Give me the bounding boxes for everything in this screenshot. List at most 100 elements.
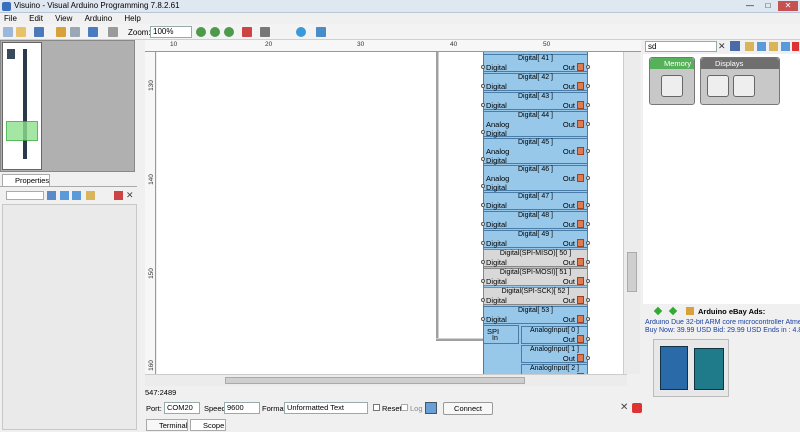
digital-pin-component[interactable]: Digital[ 49 ] Digital Out: [481, 230, 590, 248]
menu-help[interactable]: Help: [124, 13, 140, 24]
menu-edit[interactable]: Edit: [29, 13, 43, 24]
output-pin[interactable]: [586, 241, 590, 245]
ebay-product-image[interactable]: [653, 339, 729, 397]
log-checkbox[interactable]: [401, 404, 408, 411]
input-pin[interactable]: [481, 157, 485, 161]
properties-search[interactable]: [6, 191, 44, 200]
digital-pin-component[interactable]: Digital[ 48 ] Digital Out: [481, 211, 590, 229]
clear-search-icon[interactable]: ✕: [718, 42, 727, 51]
output-pin[interactable]: [586, 337, 590, 341]
tab-scope[interactable]: Scope: [190, 419, 226, 431]
open-icon[interactable]: [16, 27, 26, 37]
tools-icon[interactable]: ✕: [620, 403, 630, 413]
maximize-button[interactable]: □: [760, 1, 776, 11]
palette-search-input[interactable]: sd: [645, 41, 717, 52]
undo-icon[interactable]: [88, 27, 98, 37]
display-tft-icon[interactable]: [707, 75, 729, 97]
properties-grid[interactable]: [2, 204, 137, 430]
digital-pin-component[interactable]: Digital[ 43 ] Digital Out: [481, 92, 590, 110]
input-pin[interactable]: [481, 84, 485, 88]
analog-input-component[interactable]: AnalogInput[ 1 ] Out: [521, 345, 590, 363]
format-select[interactable]: Unformatted Text: [284, 402, 368, 414]
input-pin[interactable]: [481, 260, 485, 264]
connect-button[interactable]: Connect: [443, 402, 493, 415]
delete-icon[interactable]: [242, 27, 252, 37]
input-pin[interactable]: [481, 222, 485, 226]
expand-all-icon[interactable]: [757, 42, 766, 51]
save-icon[interactable]: [34, 27, 44, 37]
output-pin[interactable]: [586, 84, 590, 88]
speed-select[interactable]: 9600: [224, 402, 260, 414]
menu-view[interactable]: View: [55, 13, 72, 24]
digital-pin-component[interactable]: Digital[ 42 ] Digital Out: [481, 73, 590, 91]
input-pin[interactable]: [481, 130, 485, 134]
reset-checkbox[interactable]: [373, 404, 380, 411]
prev-ad-icon[interactable]: [653, 306, 663, 316]
collapse-icon[interactable]: [86, 191, 95, 200]
new-icon[interactable]: [3, 27, 13, 37]
ebay-ad-text[interactable]: Arduino Due 32-bit ARM core microcontrol…: [645, 319, 800, 335]
output-pin[interactable]: [586, 65, 590, 69]
digital-pin-component[interactable]: Digital[ 53 ] Digital Out: [481, 306, 590, 324]
input-pin[interactable]: [481, 241, 485, 245]
output-pin[interactable]: [586, 356, 590, 360]
output-pin[interactable]: [586, 176, 590, 180]
wire[interactable]: [436, 52, 439, 340]
port-select[interactable]: COM20: [164, 402, 200, 414]
redo-icon[interactable]: [108, 27, 118, 37]
memory-sd-icon[interactable]: [661, 75, 683, 97]
analog-input-component[interactable]: AnalogInput[ 0 ] Out: [521, 326, 590, 344]
close-props-icon[interactable]: ✕: [126, 191, 135, 200]
pin-palette-icon[interactable]: [792, 42, 799, 51]
output-pin[interactable]: [586, 222, 590, 226]
zoom-out-icon[interactable]: [210, 27, 220, 37]
layout-icon[interactable]: [56, 27, 66, 37]
menu-file[interactable]: File: [4, 13, 17, 24]
zoom-in-icon[interactable]: [196, 27, 206, 37]
digital-pin-component[interactable]: Digital[ 46 ] Analog Digital Out: [481, 165, 590, 192]
scroll-thumb[interactable]: [627, 252, 637, 292]
search-options-icon[interactable]: [730, 41, 740, 51]
menu-arduino[interactable]: Arduino: [85, 13, 113, 24]
input-pin[interactable]: [481, 298, 485, 302]
input-pin[interactable]: [481, 203, 485, 207]
collapse-all-icon[interactable]: [769, 42, 778, 51]
input-pin[interactable]: [481, 279, 485, 283]
expand-icon[interactable]: [72, 191, 81, 200]
output-pin[interactable]: [586, 260, 590, 264]
wire[interactable]: [436, 338, 486, 341]
digital-pin-component[interactable]: Digital(SPI-MISO)[ 50 ] Digital Out: [481, 249, 590, 267]
overview-viewport[interactable]: [6, 121, 38, 141]
tab-properties[interactable]: Properties: [2, 174, 50, 186]
digital-pin-component[interactable]: Digital(SPI-SCK)[ 52 ] Digital Out: [481, 287, 590, 305]
close-button[interactable]: ✕: [778, 1, 798, 11]
view-icon[interactable]: [70, 27, 80, 37]
log-file-icon[interactable]: [425, 402, 437, 414]
output-pin[interactable]: [586, 298, 590, 302]
zoom-select[interactable]: 100%: [150, 26, 192, 38]
view-mode-icon[interactable]: [781, 42, 790, 51]
digital-pin-component[interactable]: Digital[ 47 ] Digital Out: [481, 192, 590, 210]
scroll-thumb[interactable]: [225, 377, 525, 384]
spi-component[interactable]: SPI In: [483, 325, 519, 344]
input-pin[interactable]: [481, 184, 485, 188]
input-pin[interactable]: [481, 65, 485, 69]
digital-pin-component[interactable]: Digital[ 41 ] Digital Out: [481, 54, 590, 72]
digital-pin-component[interactable]: Digital[ 45 ] Analog Digital Out: [481, 138, 590, 165]
stop-icon[interactable]: [632, 403, 642, 413]
digital-pin-component[interactable]: Digital(SPI-MOSI)[ 51 ] Digital Out: [481, 268, 590, 286]
category-memory[interactable]: Memory: [649, 57, 695, 105]
upload-icon[interactable]: [316, 27, 326, 37]
horizontal-scrollbar[interactable]: [145, 374, 627, 386]
cut-icon[interactable]: [260, 27, 270, 37]
output-pin[interactable]: [586, 149, 590, 153]
output-pin[interactable]: [586, 122, 590, 126]
output-pin[interactable]: [586, 203, 590, 207]
category-displays[interactable]: Displays: [700, 57, 780, 105]
next-ad-icon[interactable]: [668, 306, 678, 316]
folder-icon[interactable]: [745, 42, 754, 51]
sort-icon[interactable]: [60, 191, 69, 200]
pin-icon[interactable]: [114, 191, 123, 200]
output-pin[interactable]: [586, 279, 590, 283]
zoom-fit-icon[interactable]: [224, 27, 234, 37]
